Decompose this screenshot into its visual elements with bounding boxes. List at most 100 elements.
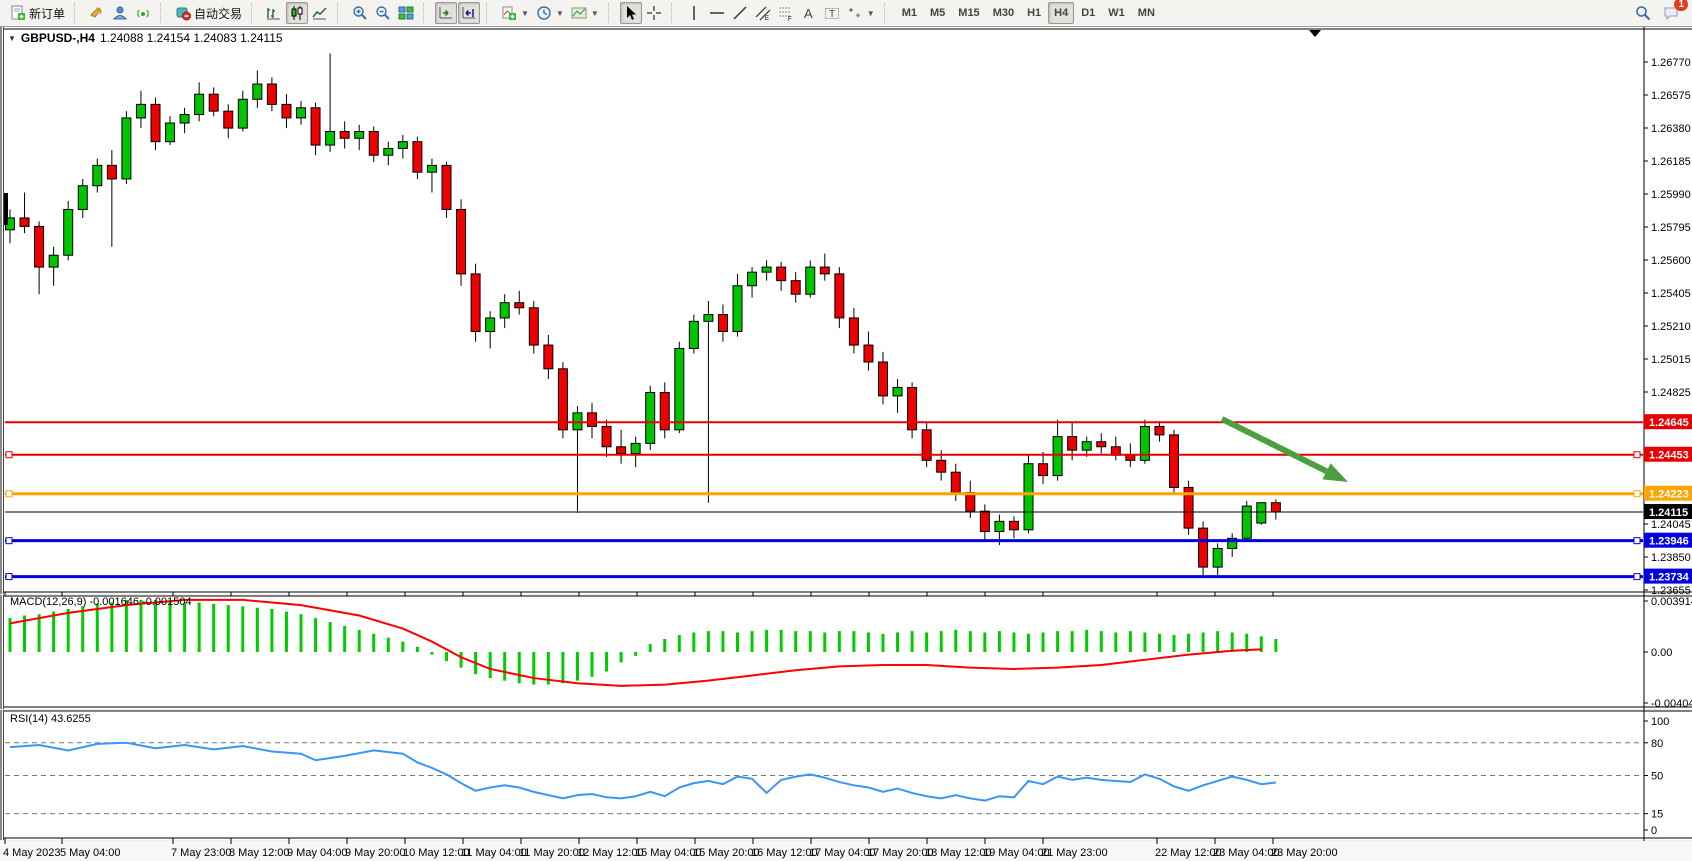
vertical-line-icon <box>686 5 702 21</box>
candle-bullish <box>166 123 175 142</box>
indicators-button[interactable]: ▼ <box>498 2 532 24</box>
hline-price-tag-label: 1.24453 <box>1649 450 1689 462</box>
timeframe-h4-button[interactable]: H4 <box>1048 2 1074 24</box>
cursor-arrow-icon <box>623 5 639 21</box>
periods-button[interactable]: ▼ <box>533 2 567 24</box>
hline-handle[interactable] <box>6 574 12 580</box>
auto-trading-button[interactable]: 自动交易 <box>172 2 245 24</box>
shapes-button[interactable]: ▼ <box>844 2 878 24</box>
bar-chart-button[interactable] <box>263 2 285 24</box>
signals-button[interactable] <box>132 2 154 24</box>
new-order-button[interactable]: 新订单 <box>7 2 68 24</box>
fibonacci-button[interactable]: F <box>775 2 797 24</box>
auto-scroll-button[interactable] <box>435 2 457 24</box>
timeframe-m15-button[interactable]: M15 <box>952 2 985 24</box>
line-chart-button[interactable] <box>309 2 331 24</box>
auto-trading-label: 自动交易 <box>194 5 242 22</box>
notification-badge: 1 <box>1674 0 1688 11</box>
hline-handle[interactable] <box>1634 574 1640 580</box>
svg-text:F: F <box>788 17 792 21</box>
hline-handle[interactable] <box>1634 491 1640 497</box>
candle-bullish <box>1242 506 1251 538</box>
window-left-edge-line <box>3 27 4 861</box>
zoom-out-icon <box>375 5 391 21</box>
chart-shift-button[interactable] <box>458 2 480 24</box>
price-tick-label: 1.26575 <box>1651 90 1691 102</box>
candle-bullish <box>93 165 102 185</box>
candle-bullish <box>748 272 757 286</box>
alerts-button[interactable] <box>86 2 108 24</box>
rsi-tick-label: 100 <box>1651 716 1669 728</box>
indicators-plus-icon <box>501 5 517 21</box>
profile-button[interactable] <box>109 2 131 24</box>
new-order-icon <box>10 5 26 21</box>
crosshair-button[interactable] <box>643 2 665 24</box>
candle-bullish <box>733 286 742 332</box>
hline-price-tag-label: 1.24223 <box>1649 489 1689 501</box>
cursor-button[interactable] <box>620 2 642 24</box>
timeframe-h1-button[interactable]: H1 <box>1021 2 1047 24</box>
candlestick-chart-button[interactable] <box>286 2 308 24</box>
auto-trading-icon <box>175 5 191 21</box>
chart-surface[interactable]: 1.267701.265751.263801.261851.259901.257… <box>0 27 1692 861</box>
timeframe-w1-button[interactable]: W1 <box>1102 2 1131 24</box>
candle-bearish <box>820 267 829 274</box>
candle-bullish <box>64 209 73 255</box>
zoom-in-button[interactable] <box>349 2 371 24</box>
text-button[interactable]: A <box>798 2 820 24</box>
crosshair-icon <box>646 5 662 21</box>
hline-handle[interactable] <box>6 491 12 497</box>
templates-button[interactable]: ▼ <box>568 2 602 24</box>
timeframe-m1-button[interactable]: M1 <box>896 2 923 24</box>
candle-bullish <box>675 348 684 429</box>
time-tick-label: 4 May 2023 <box>3 847 60 859</box>
candle-bearish <box>602 426 611 446</box>
equidistant-channel-button[interactable]: E <box>752 2 774 24</box>
price-chart[interactable]: 1.267701.265751.263801.261851.259901.257… <box>0 27 1692 861</box>
clock-icon <box>536 5 552 21</box>
tile-windows-button[interactable] <box>395 2 417 24</box>
chart-background <box>0 27 1692 861</box>
timeframe-m30-button[interactable]: M30 <box>987 2 1020 24</box>
timeframe-m5-button[interactable]: M5 <box>924 2 951 24</box>
candle-bearish <box>660 393 669 430</box>
candle-bearish <box>718 315 727 332</box>
time-tick-label: 5 May 04:00 <box>60 847 121 859</box>
hline-handle[interactable] <box>6 538 12 544</box>
panel-splitter[interactable] <box>0 840 1692 841</box>
fibonacci-icon: F <box>778 5 794 21</box>
hline-handle[interactable] <box>1634 452 1640 458</box>
toolbar-separator <box>337 3 343 23</box>
time-tick-label: 23 May 20:00 <box>1271 847 1338 859</box>
panel-splitter[interactable] <box>0 709 1692 710</box>
hline-price-tag-label: 1.23946 <box>1649 536 1689 548</box>
candle-bearish <box>791 281 800 295</box>
timeframe-d1-button[interactable]: D1 <box>1075 2 1101 24</box>
search-button[interactable] <box>1632 2 1654 24</box>
candle-bearish <box>340 131 349 138</box>
panel-splitter[interactable] <box>0 594 1692 595</box>
dropdown-caret-icon: ▼ <box>556 9 564 18</box>
price-tick-label: 1.26380 <box>1651 123 1691 135</box>
hline-handle[interactable] <box>6 452 12 458</box>
new-order-label: 新订单 <box>29 5 65 22</box>
price-tick-label: 1.24045 <box>1651 519 1691 531</box>
trendline-button[interactable] <box>729 2 751 24</box>
candle-bearish <box>442 165 451 209</box>
time-tick-label: 10 May 12:00 <box>403 847 470 859</box>
hline-handle[interactable] <box>1634 538 1640 544</box>
notifications-button[interactable]: 1 <box>1660 2 1682 24</box>
toolbar-separator <box>884 3 890 23</box>
candle-bearish <box>413 142 422 173</box>
candle-bearish <box>282 104 291 118</box>
vertical-line-button[interactable] <box>683 2 705 24</box>
time-tick-label: 17 May 04:00 <box>809 847 876 859</box>
zoom-out-button[interactable] <box>372 2 394 24</box>
label-button[interactable]: T <box>821 2 843 24</box>
timeframe-mn-button[interactable]: MN <box>1132 2 1161 24</box>
candle-bearish <box>267 84 276 104</box>
collapse-triangle-icon[interactable]: ▼ <box>8 34 16 43</box>
equidistant-channel-icon: E <box>755 5 771 21</box>
horizontal-line-button[interactable] <box>706 2 728 24</box>
time-tick-label: 8 May 12:00 <box>229 847 290 859</box>
